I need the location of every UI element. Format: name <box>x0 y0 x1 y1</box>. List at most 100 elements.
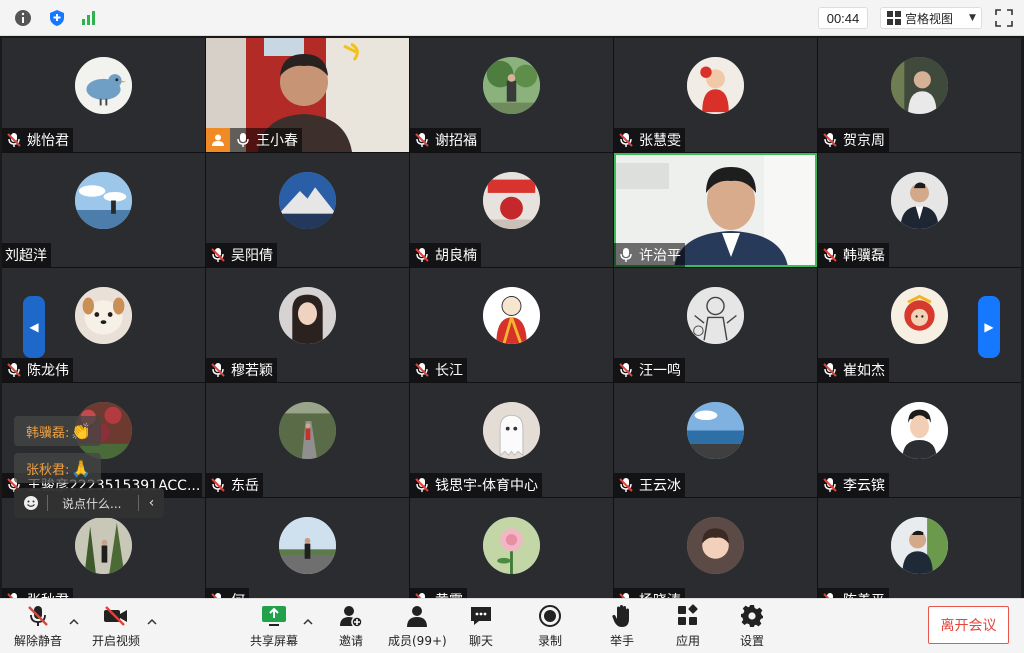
invite-button[interactable]: 邀请 <box>337 603 365 649</box>
participant-tile[interactable]: 钱思宇-体育中心 <box>410 383 613 497</box>
participant-tile[interactable]: 王小春 <box>206 38 409 152</box>
avatar <box>483 57 540 114</box>
chevron-up-icon[interactable] <box>146 617 158 627</box>
clap-emoji-icon: 👏 <box>71 421 92 441</box>
add-user-icon <box>337 603 365 629</box>
participant-tile[interactable]: 许治平 <box>614 153 817 267</box>
participant-name: 陈龙伟 <box>27 363 69 379</box>
participant-name: 何 <box>231 590 245 598</box>
grid-view-icon <box>887 11 901 25</box>
settings-button[interactable]: 设置 <box>738 603 766 649</box>
participant-tile[interactable]: 张慧雯 <box>614 38 817 152</box>
participant-name: 汪一鸣 <box>639 363 681 379</box>
meeting-window: 00:44 宫格视图 ▼ 姚怡君 王小春 谢招福 张慧雯 贺京周刘超洋 吴阳倩 胡良楠 许治平… <box>0 0 1024 653</box>
leave-meeting-button[interactable]: 离开会议 <box>928 606 1009 644</box>
participant-namebar: 东岳 <box>206 473 263 497</box>
participant-namebar: 陈龙伟 <box>2 358 73 382</box>
chevron-up-icon[interactable] <box>68 617 80 627</box>
record-icon <box>536 603 564 629</box>
participant-tile[interactable]: 穆若颖 <box>206 268 409 382</box>
info-icon[interactable] <box>14 9 32 27</box>
participant-namebar: 谢招福 <box>410 128 481 152</box>
gear-icon <box>738 603 766 629</box>
participant-tile[interactable]: 王云冰 <box>614 383 817 497</box>
host-icon <box>206 128 230 152</box>
participant-name: 贺京周 <box>843 133 885 149</box>
signal-icon[interactable] <box>80 9 98 27</box>
avatar <box>891 172 948 229</box>
shield-icon[interactable] <box>48 9 66 27</box>
participant-tile[interactable]: 长江 <box>410 268 613 382</box>
smiley-icon[interactable] <box>14 495 48 511</box>
microphone-muted-icon <box>211 363 225 377</box>
chevron-left-icon[interactable]: ‹ <box>138 495 164 511</box>
avatar <box>279 402 336 459</box>
unmute-button[interactable]: 解除静音 <box>14 603 62 649</box>
microphone-muted-icon <box>211 248 225 262</box>
participant-tile[interactable]: 贺京周 <box>818 38 1021 152</box>
members-button[interactable]: 成员(99+) <box>388 603 447 649</box>
avatar <box>279 172 336 229</box>
view-mode-dropdown[interactable]: 宫格视图 ▼ <box>880 7 982 29</box>
chat-placeholder: 说点什么... <box>62 496 122 511</box>
top-bar: 00:44 宫格视图 ▼ <box>0 0 1024 36</box>
participant-namebar: 贺京周 <box>818 128 889 152</box>
participant-tile[interactable]: 黄霞 <box>410 498 613 598</box>
raise-hand-button[interactable]: 举手 <box>608 603 636 649</box>
reaction-sender: 张秋君: <box>26 462 70 478</box>
participant-namebar: 杨晓涛 <box>614 588 685 598</box>
participant-tile[interactable]: 汪一鸣 <box>614 268 817 382</box>
participant-tile[interactable]: 吴阳倩 <box>206 153 409 267</box>
participant-tile[interactable]: 杨晓涛 <box>614 498 817 598</box>
participant-tile[interactable]: 陈善平 <box>818 498 1021 598</box>
microphone-muted-icon <box>619 363 633 377</box>
participant-namebar: 黄霞 <box>410 588 467 598</box>
participant-tile[interactable]: 姚怡君 <box>2 38 205 152</box>
participant-name: 穆若颖 <box>231 363 273 379</box>
participant-tile[interactable]: 刘超洋 <box>2 153 205 267</box>
record-button[interactable]: 录制 <box>536 603 564 649</box>
settings-label: 设置 <box>739 634 764 648</box>
chat-quick-input[interactable]: 说点什么... ‹ <box>14 488 164 518</box>
share-screen-label: 共享屏幕 <box>250 634 299 648</box>
microphone-muted-icon <box>24 603 52 629</box>
avatar <box>687 402 744 459</box>
start-video-button[interactable]: 开启视频 <box>92 603 140 649</box>
microphone-muted-icon <box>619 478 633 492</box>
apps-button[interactable]: 应用 <box>674 603 702 649</box>
previous-page-button[interactable]: ◀ <box>23 296 45 358</box>
start-video-label: 开启视频 <box>92 634 141 648</box>
avatar <box>483 172 540 229</box>
pray-emoji-icon: 🙏 <box>71 458 92 478</box>
participant-tile[interactable]: 东岳 <box>206 383 409 497</box>
microphone-muted-icon <box>7 133 21 147</box>
participant-tile[interactable]: 胡良楠 <box>410 153 613 267</box>
participant-name: 崔如杰 <box>843 363 885 379</box>
participant-name: 吴阳倩 <box>231 248 273 264</box>
participant-tile[interactable]: 韩骥磊 <box>818 153 1021 267</box>
avatar <box>891 57 948 114</box>
chevron-up-icon[interactable] <box>302 617 314 627</box>
avatar <box>687 517 744 574</box>
microphone-icon <box>620 248 632 262</box>
microphone-muted-icon <box>823 363 837 377</box>
meeting-timer: 00:44 <box>818 7 868 29</box>
participant-tile[interactable]: 何 <box>206 498 409 598</box>
chat-button[interactable]: 聊天 <box>467 603 495 649</box>
fullscreen-icon[interactable] <box>994 8 1016 28</box>
microphone-muted-icon <box>619 133 633 147</box>
avatar <box>483 517 540 574</box>
participant-namebar: 王小春 <box>206 128 302 152</box>
avatar <box>687 57 744 114</box>
next-page-button[interactable]: ▶ <box>978 296 1000 358</box>
raise-hand-label: 举手 <box>609 634 634 648</box>
hand-icon <box>608 603 636 629</box>
microphone-icon <box>237 133 249 147</box>
microphone-muted-icon <box>7 363 21 377</box>
participant-tile[interactable]: 李云镔 <box>818 383 1021 497</box>
participant-tile[interactable]: 谢招福 <box>410 38 613 152</box>
microphone-muted-icon <box>619 593 629 598</box>
microphone-muted-icon <box>415 248 429 262</box>
share-screen-button[interactable]: 共享屏幕 <box>250 603 298 649</box>
microphone-muted-icon <box>7 593 17 598</box>
